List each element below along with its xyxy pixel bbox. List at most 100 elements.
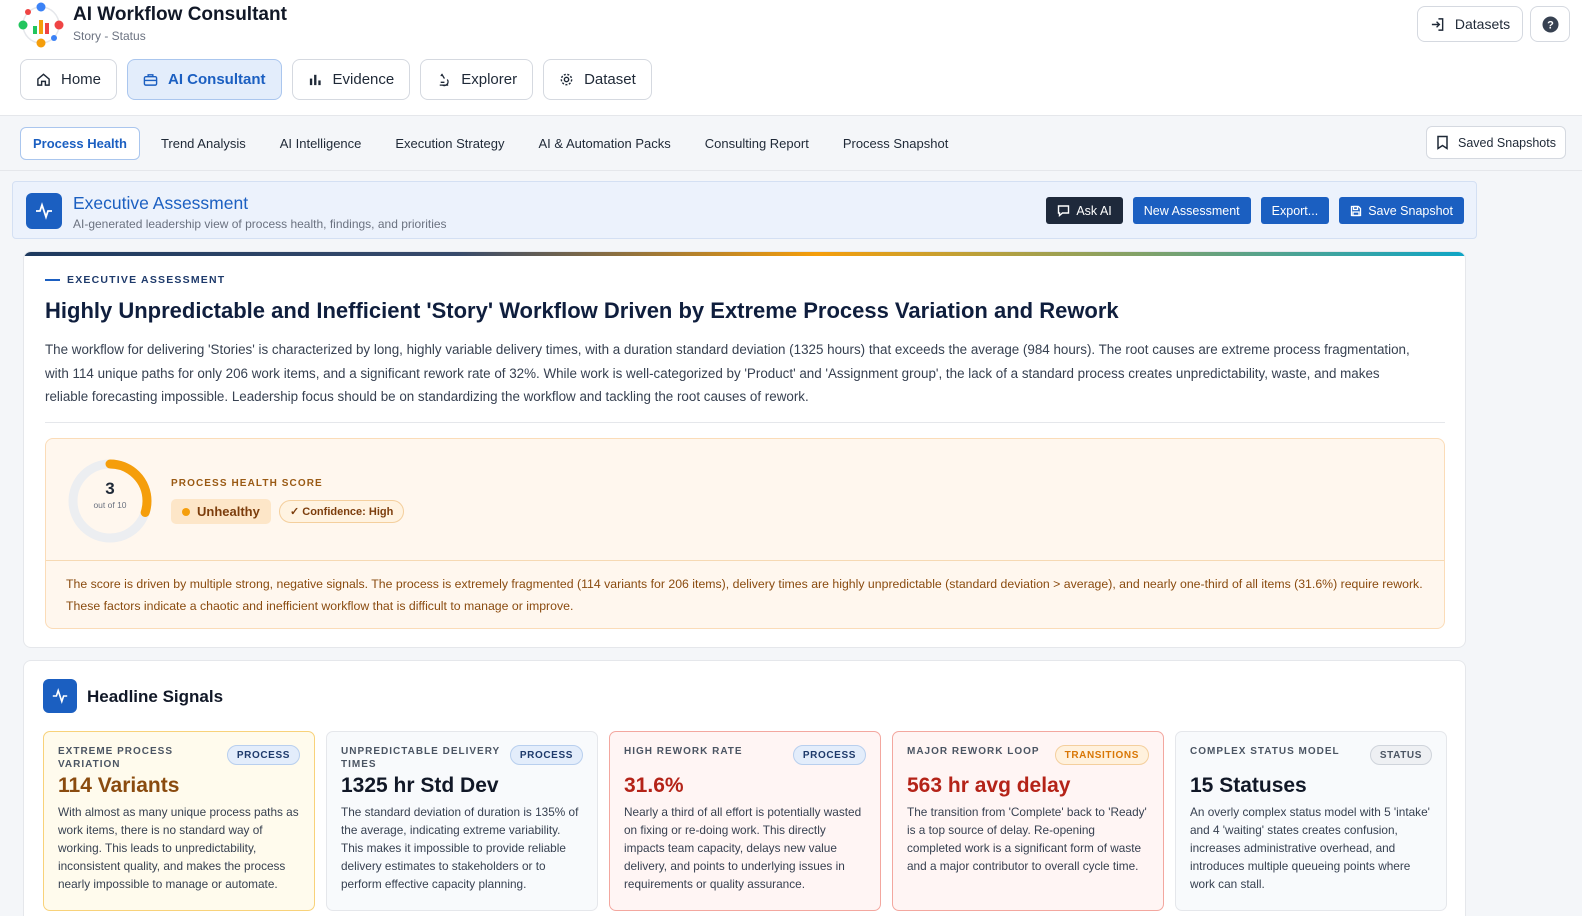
signal-card-status-model[interactable]: COMPLEX STATUS MODEL STATUS 15 Statuses …: [1175, 731, 1447, 911]
signal-description: With almost as many unique process paths…: [58, 805, 299, 891]
status-badge: Unhealthy: [171, 499, 271, 524]
app-header: AI Workflow Consultant Story - Status Ho…: [0, 0, 1582, 116]
score-label: PROCESS HEALTH SCORE: [171, 478, 323, 489]
tab-ai-intelligence[interactable]: AI Intelligence: [263, 127, 379, 160]
sign-in-icon: [1431, 17, 1444, 31]
signal-card-header: HIGH REWORK RATE PROCESS: [624, 745, 866, 769]
tab-process-snapshot[interactable]: Process Snapshot: [826, 127, 966, 160]
signal-description: The standard deviation of duration is 13…: [341, 805, 579, 891]
eyebrow-line: [45, 279, 60, 281]
tab-ai-automation-packs[interactable]: AI & Automation Packs: [522, 127, 688, 160]
nav-evidence-label: Evidence: [332, 71, 395, 88]
nav-ai-consultant-label: AI Consultant: [168, 71, 266, 88]
datasets-button[interactable]: Datasets: [1417, 6, 1523, 42]
help-icon: ?: [1542, 16, 1558, 32]
saved-snapshots-button[interactable]: Saved Snapshots: [1426, 126, 1566, 159]
headline-signals-title: Headline Signals: [87, 687, 224, 706]
assessment-subtitle: AI-generated leadership view of process …: [73, 217, 447, 231]
signal-value: 563 hr avg delay: [907, 774, 1071, 797]
microscope-icon: [439, 73, 449, 87]
activity-icon: [26, 193, 62, 229]
category-tag: TRANSITIONS: [1054, 745, 1149, 765]
svg-text:?: ?: [1547, 19, 1554, 31]
signal-label: MAJOR REWORK LOOP: [907, 746, 1040, 757]
pulse-icon: [43, 679, 77, 713]
signal-card-rework-rate[interactable]: HIGH REWORK RATE PROCESS 31.6% Nearly a …: [609, 731, 881, 911]
category-tag: PROCESS: [509, 745, 583, 765]
signal-grid: EXTREME PROCESS VARIATION PROCESS 114 Va…: [43, 731, 1447, 911]
status-label: Unhealthy: [197, 504, 260, 519]
signal-value: 15 Statuses: [1190, 774, 1307, 797]
assessment-header: Executive Assessment AI-generated leader…: [12, 181, 1477, 239]
ask-ai-label: Ask AI: [1076, 203, 1112, 218]
tab-process-health[interactable]: Process Health: [20, 127, 140, 160]
signal-value: 31.6%: [624, 774, 684, 797]
score-divider: [46, 560, 1444, 561]
bar-chart-icon: [309, 74, 321, 86]
app-title: AI Workflow Consultant: [73, 4, 287, 25]
signal-label: COMPLEX STATUS MODEL: [1190, 746, 1340, 757]
nav-dataset-label: Dataset: [584, 71, 636, 88]
executive-assessment-card: EXECUTIVE ASSESSMENT Highly Unpredictabl…: [23, 251, 1466, 648]
saved-snapshots-label: Saved Snapshots: [1458, 135, 1556, 150]
tab-consulting-report[interactable]: Consulting Report: [688, 127, 826, 160]
datasets-label: Datasets: [1454, 16, 1511, 32]
signal-card-delivery-times[interactable]: UNPREDICTABLE DELIVERY TIMES PROCESS 132…: [326, 731, 598, 911]
signal-description: Nearly a third of all effort is potentia…: [624, 805, 862, 891]
signal-card-process-variation[interactable]: EXTREME PROCESS VARIATION PROCESS 114 Va…: [43, 731, 315, 911]
nav-explorer-label: Explorer: [461, 71, 518, 88]
new-assessment-button[interactable]: New Assessment: [1132, 197, 1251, 224]
score-explanation: The score is driven by multiple strong, …: [66, 577, 1423, 613]
nav-evidence-button[interactable]: Evidence: [291, 59, 411, 100]
status-dot: [182, 507, 190, 516]
main-nav: Home AI Consultant Evidence Explorer Dat…: [20, 59, 652, 100]
nav-home-label: Home: [61, 71, 102, 88]
bookmark-icon: [1437, 135, 1448, 150]
nav-dataset-button[interactable]: Dataset: [543, 59, 652, 100]
signal-card-header: UNPREDICTABLE DELIVERY TIMES PROCESS: [341, 745, 583, 770]
process-health-score-box: 3 out of 10 PROCESS HEALTH SCORE Unhealt…: [45, 438, 1445, 629]
app-subtitle: Story - Status: [73, 29, 146, 43]
assessment-summary: The workflow for delivering 'Stories' is…: [45, 342, 1410, 404]
help-button[interactable]: ?: [1530, 6, 1570, 42]
signal-description: The transition from 'Complete' back to '…: [907, 805, 1147, 873]
signal-description: An overly complex status model with 5 'i…: [1190, 805, 1430, 891]
category-tag: PROCESS: [792, 745, 866, 765]
eyebrow: EXECUTIVE ASSESSMENT: [45, 274, 225, 286]
assessment-title: Executive Assessment: [73, 193, 249, 213]
ask-ai-button[interactable]: Ask AI: [1046, 197, 1123, 224]
signal-card-header: EXTREME PROCESS VARIATION PROCESS: [58, 745, 300, 770]
signal-card-rework-loop[interactable]: MAJOR REWORK LOOP TRANSITIONS 563 hr avg…: [892, 731, 1164, 911]
home-icon: [37, 73, 50, 86]
signal-label: UNPREDICTABLE DELIVERY TIMES: [341, 746, 501, 770]
tab-trend-analysis[interactable]: Trend Analysis: [144, 127, 263, 160]
tab-execution-strategy[interactable]: Execution Strategy: [378, 127, 521, 160]
divider: [45, 422, 1445, 423]
signal-card-header: COMPLEX STATUS MODEL STATUS: [1190, 745, 1432, 769]
confidence-badge: ✓ Confidence: High: [279, 500, 405, 523]
signal-label: EXTREME PROCESS VARIATION: [58, 746, 174, 770]
signal-card-header: MAJOR REWORK LOOP TRANSITIONS: [907, 745, 1149, 769]
assessment-actions: Ask AI New Assessment Export... Save Sna…: [1046, 197, 1464, 224]
export-button[interactable]: Export...: [1260, 197, 1330, 224]
signal-value: 1325 hr Std Dev: [341, 774, 499, 797]
gear-icon: [560, 73, 573, 86]
nav-ai-consultant-button[interactable]: AI Consultant: [127, 59, 282, 100]
nav-explorer-button[interactable]: Explorer: [420, 59, 534, 100]
assessment-headline: Highly Unpredictable and Inefficient 'St…: [45, 298, 1119, 323]
headline-signals-card: Headline Signals EXTREME PROCESS VARIATI…: [23, 660, 1466, 916]
chat-icon: [1058, 205, 1070, 217]
accent-gradient-bar: [24, 252, 1465, 256]
sub-tab-list: Process Health Trend Analysis AI Intelli…: [20, 127, 965, 160]
signal-label: HIGH REWORK RATE: [624, 746, 743, 757]
category-tag: STATUS: [1369, 745, 1432, 765]
briefcase-icon: [143, 74, 158, 86]
sub-tab-bar: Process Health Trend Analysis AI Intelli…: [0, 117, 1582, 171]
signal-value: 114 Variants: [58, 774, 180, 797]
save-icon: [1351, 205, 1362, 216]
save-snapshot-button[interactable]: Save Snapshot: [1339, 197, 1464, 224]
score-value: 3: [105, 479, 115, 498]
nav-home-button[interactable]: Home: [20, 59, 118, 100]
eyebrow-label: EXECUTIVE ASSESSMENT: [67, 274, 226, 286]
score-out-of: out of 10: [93, 500, 127, 510]
